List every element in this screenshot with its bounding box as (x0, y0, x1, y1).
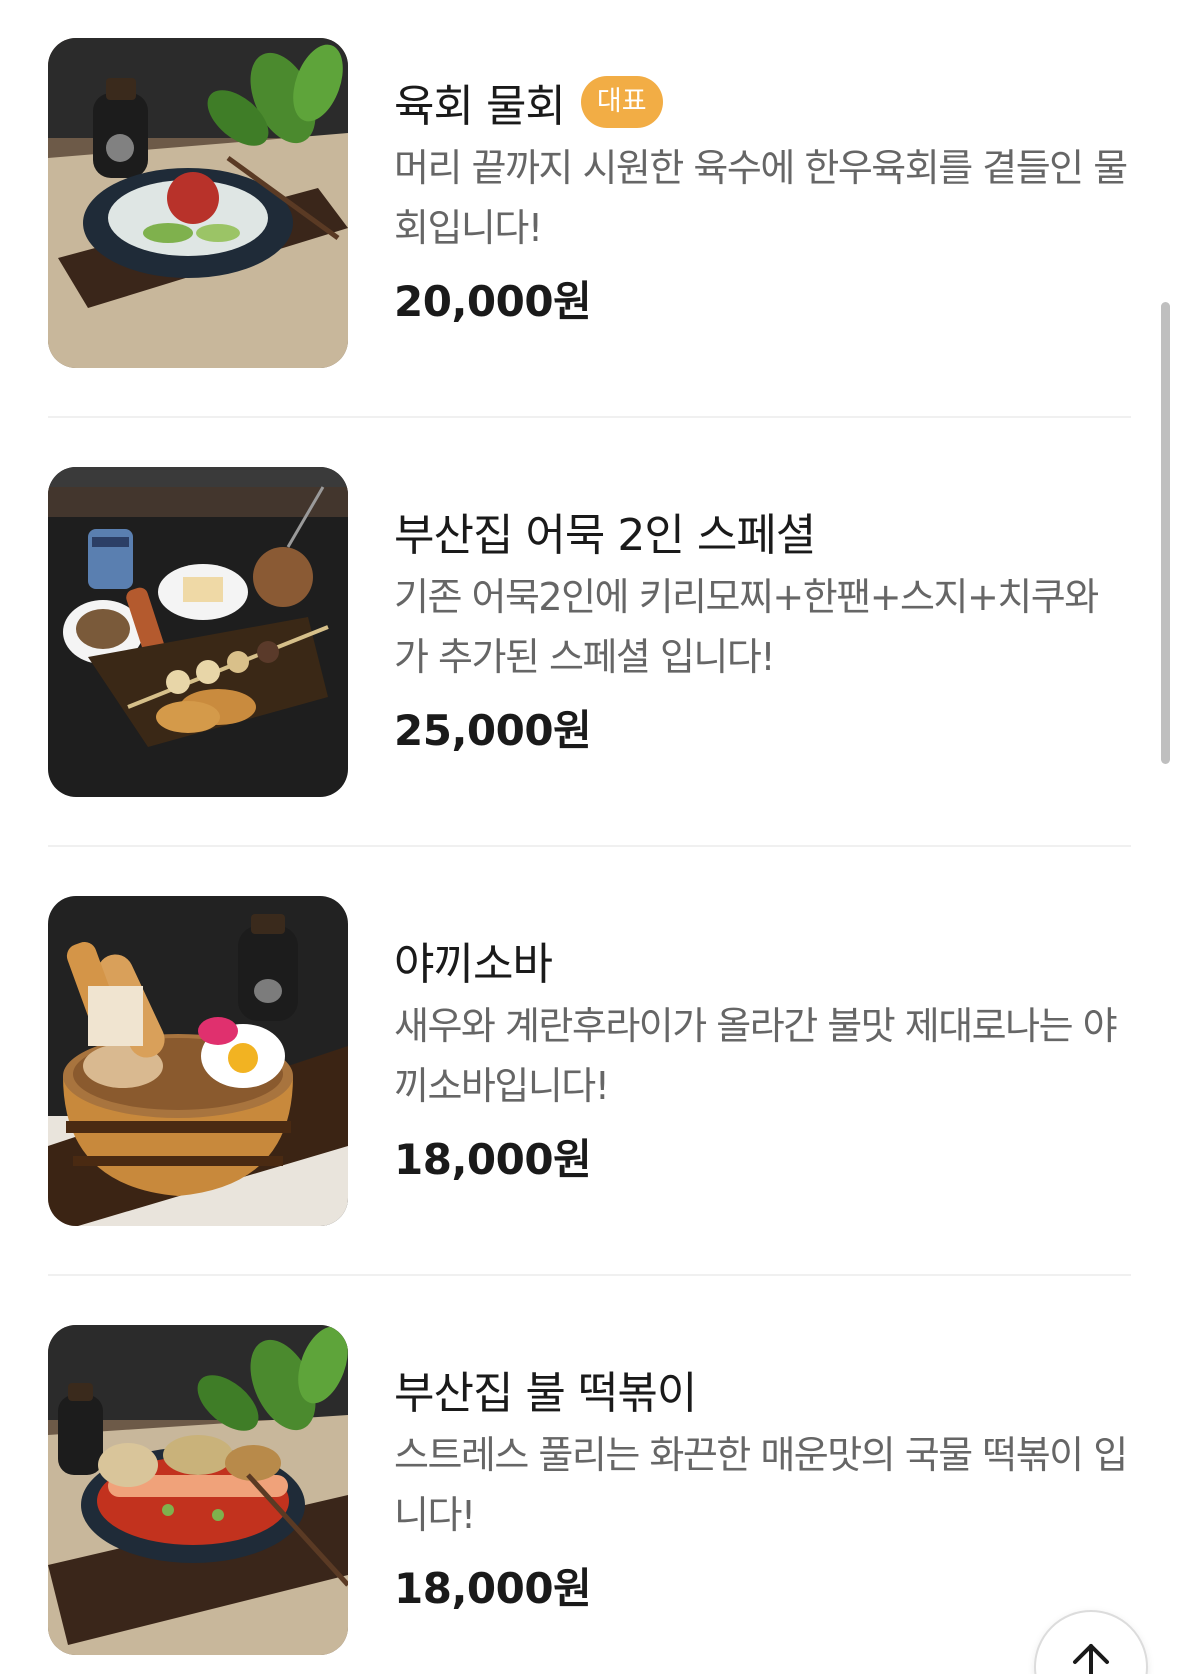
menu-item-yakisoba[interactable]: 야끼소바 새우와 계란후라이가 올라간 불맛 제대로나는 야끼소바입니다! 18… (48, 896, 1131, 1226)
menu-item-description: 스트레스 풀리는 화끈한 매운맛의 국물 떡볶이 입니다! (394, 1433, 1128, 1537)
menu-item-description: 기존 어묵2인에 키리모찌+한팬+스지+치쿠와 가 추가된 스페셜 입니다! (394, 575, 1099, 679)
menu-item-title: 부산집 불 떡볶이 (394, 1368, 697, 1419)
menu-item-eomuk-special[interactable]: 부산집 어묵 2인 스페셜 기존 어묵2인에 키리모찌+한팬+스지+치쿠와 가 … (48, 467, 1131, 797)
menu-item-title-row: 야끼소바 (394, 932, 1131, 990)
menu-item-image (48, 38, 348, 368)
menu-item-title: 야끼소바 (394, 939, 553, 990)
menu-item-title-row: 부산집 어묵 2인 스페셜 (394, 503, 1131, 561)
menu-item-description: 머리 끝까지 시원한 육수에 한우육회를 곁들인 물회입니다! (394, 146, 1128, 250)
menu-item-price: 25,000원 (394, 706, 592, 755)
menu-item-info: 야끼소바 새우와 계란후라이가 올라간 불맛 제대로나는 야끼소바입니다! 18… (394, 896, 1131, 1187)
menu-item-image (48, 1325, 348, 1655)
menu-item-info: 부산집 어묵 2인 스페셜 기존 어묵2인에 키리모찌+한팬+스지+치쿠와 가 … (394, 467, 1131, 758)
menu-item-price: 20,000원 (394, 277, 592, 326)
menu-item-image (48, 896, 348, 1226)
menu-item-title: 육회 물회 (394, 81, 566, 132)
signature-badge: 대표 (580, 76, 663, 128)
menu-item-title-row: 육회 물회 대표 (394, 74, 1131, 132)
menu-item-description: 새우와 계란후라이가 올라간 불맛 제대로나는 야끼소바입니다! (394, 1004, 1118, 1108)
menu-item-yukhoe-mulhoe[interactable]: 육회 물회 대표 머리 끝까지 시원한 육수에 한우육회를 곁들인 물회입니다!… (48, 38, 1131, 368)
menu-item-image (48, 467, 348, 797)
menu-item-tteokbokki[interactable]: 부산집 불 떡볶이 스트레스 풀리는 화끈한 매운맛의 국물 떡볶이 입니다! … (48, 1325, 1131, 1655)
menu-item-title-row: 부산집 불 떡볶이 (394, 1361, 1131, 1419)
divider (48, 1274, 1131, 1276)
arrow-up-icon (1073, 1644, 1109, 1674)
menu-item-title: 부산집 어묵 2인 스페셜 (394, 510, 816, 561)
divider (48, 845, 1131, 847)
menu-item-price: 18,000원 (394, 1135, 592, 1184)
menu-item-info: 육회 물회 대표 머리 끝까지 시원한 육수에 한우육회를 곁들인 물회입니다!… (394, 38, 1131, 329)
menu-page: 육회 물회 대표 머리 끝까지 시원한 육수에 한우육회를 곁들인 물회입니다!… (0, 0, 1179, 1674)
menu-item-price: 18,000원 (394, 1564, 592, 1613)
scrollbar[interactable] (1161, 302, 1170, 764)
menu-item-info: 부산집 불 떡볶이 스트레스 풀리는 화끈한 매운맛의 국물 떡볶이 입니다! … (394, 1325, 1131, 1616)
divider (48, 416, 1131, 418)
